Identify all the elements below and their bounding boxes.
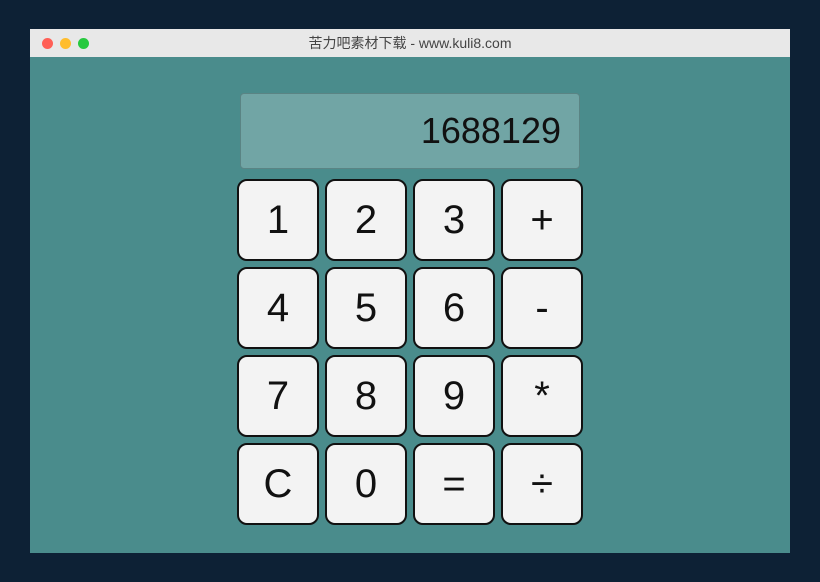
key-8[interactable]: 8 <box>325 355 407 437</box>
key-clear[interactable]: C <box>237 443 319 525</box>
key-3[interactable]: 3 <box>413 179 495 261</box>
close-icon[interactable] <box>42 38 53 49</box>
key-1[interactable]: 1 <box>237 179 319 261</box>
minimize-icon[interactable] <box>60 38 71 49</box>
key-0[interactable]: 0 <box>325 443 407 525</box>
calculator-display: 1688129 <box>240 93 580 169</box>
key-5[interactable]: 5 <box>325 267 407 349</box>
key-minus[interactable]: - <box>501 267 583 349</box>
calculator: 1688129 1 2 3 + 4 5 6 - 7 8 9 * C 0 = ÷ <box>30 57 790 525</box>
key-multiply[interactable]: * <box>501 355 583 437</box>
traffic-lights <box>30 38 89 49</box>
app-window: 苦力吧素材下载 - www.kuli8.com 1688129 1 2 3 + … <box>30 29 790 553</box>
maximize-icon[interactable] <box>78 38 89 49</box>
key-6[interactable]: 6 <box>413 267 495 349</box>
key-7[interactable]: 7 <box>237 355 319 437</box>
key-4[interactable]: 4 <box>237 267 319 349</box>
key-plus[interactable]: + <box>501 179 583 261</box>
key-2[interactable]: 2 <box>325 179 407 261</box>
key-9[interactable]: 9 <box>413 355 495 437</box>
key-equals[interactable]: = <box>413 443 495 525</box>
titlebar: 苦力吧素材下载 - www.kuli8.com <box>30 29 790 57</box>
key-divide[interactable]: ÷ <box>501 443 583 525</box>
keypad: 1 2 3 + 4 5 6 - 7 8 9 * C 0 = ÷ <box>237 179 583 525</box>
window-title: 苦力吧素材下载 - www.kuli8.com <box>30 33 790 53</box>
